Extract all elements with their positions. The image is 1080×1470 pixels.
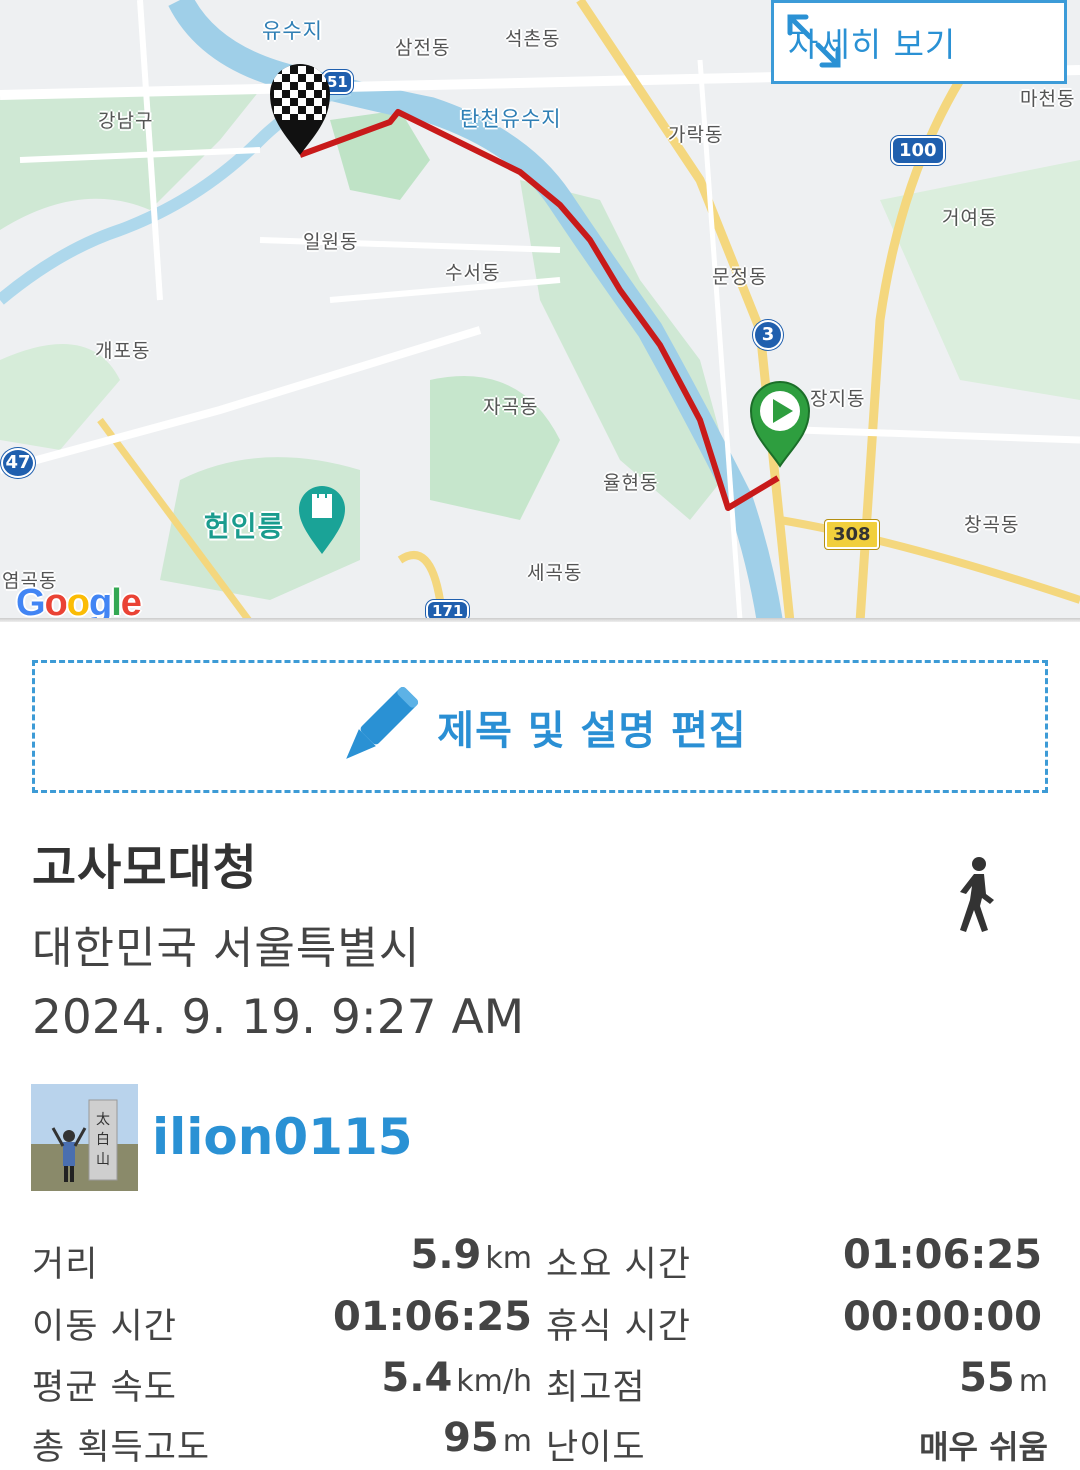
stat-value-max-altitude: 55 m [959,1355,1048,1401]
total-ascent-unit: m [502,1424,532,1459]
map-label: 개포동 [95,340,151,362]
map-canvas [0,0,1080,622]
map-label: 삼전동 [395,37,451,59]
map-label: 석촌동 [505,28,561,50]
max-altitude-number: 55 [959,1355,1015,1401]
record-title: 고사모대청 [32,840,258,896]
stat-label-distance: 거리 [32,1245,99,1285]
road-shield: 3 [753,320,783,350]
route-map[interactable]: 유수지 삼전동 석촌동 강남구 탄천유수지 가락동 마천동 일원동 수서동 거여… [0,0,1080,622]
record-datetime: 2024. 9. 19. 9:27 AM [32,990,525,1045]
max-altitude-unit: m [1018,1364,1048,1399]
edit-title-description-button[interactable]: 제목 및 설명 편집 [32,660,1048,793]
edit-title-description-label: 제목 및 설명 편집 [437,707,747,754]
road-shield: 100 [891,136,945,165]
google-logo: Google [16,582,142,622]
stat-value-distance: 5.9 km [411,1232,532,1278]
stat-label-total-ascent: 총 획득고도 [32,1428,211,1468]
stat-label-rest-time: 휴식 시간 [546,1307,691,1347]
duration-number: 01:06:25 [843,1232,1042,1278]
svg-text:太: 太 [96,1112,110,1128]
stat-value-total-ascent: 95 m [443,1415,532,1461]
map-label: 유수지 [262,19,323,43]
map-label: 가락동 [668,124,724,146]
map-label: 율현동 [603,472,659,494]
avg-speed-number: 5.4 [381,1355,453,1401]
map-label: 수서동 [445,262,501,284]
stat-value-moving-time: 01:06:25 [333,1294,532,1340]
distance-unit: km [485,1241,532,1276]
stat-label-moving-time: 이동 시간 [32,1307,177,1347]
svg-text:白: 白 [96,1132,110,1148]
detail-view-button[interactable]: 자세히 보기 [771,0,1067,84]
avg-speed-unit: km/h [456,1364,532,1399]
username-link[interactable]: ilion0115 [152,1108,413,1166]
map-label: 탄천유수지 [460,107,562,131]
stat-value-duration: 01:06:25 [843,1232,1042,1278]
pencil-icon [346,686,419,759]
start-marker-icon[interactable] [748,380,812,468]
map-label: 일원동 [303,231,359,253]
avatar-image: 太 白 山 [31,1084,138,1191]
map-label: 자곡동 [483,396,539,418]
map-label: 강남구 [98,110,154,132]
stat-value-avg-speed: 5.4 km/h [381,1355,532,1401]
expand-arrows-icon [787,14,841,68]
map-label: 장지동 [810,388,866,410]
finish-flag-icon[interactable] [266,58,334,158]
map-bottom-divider [0,618,1080,622]
map-label: 세곡동 [527,562,583,584]
svg-text:山: 山 [96,1152,110,1168]
map-label-poi: 헌인릉 [204,510,285,543]
map-label: 문정동 [712,266,768,288]
avatar[interactable]: 太 白 山 [31,1084,138,1191]
total-ascent-number: 95 [443,1415,499,1461]
road-shield: 47 [1,448,35,478]
stat-label-difficulty: 난이도 [546,1428,646,1468]
stat-label-avg-speed: 평균 속도 [32,1368,177,1408]
stat-label-max-altitude: 최고점 [546,1368,646,1408]
road-shield: 308 [825,520,879,549]
record-location: 대한민국 서울특별시 [32,923,421,974]
poi-castle-icon [299,486,345,554]
stat-value-rest-time: 00:00:00 [843,1294,1042,1340]
difficulty-value: 매우 쉬움 [919,1428,1048,1466]
distance-number: 5.9 [410,1232,482,1278]
map-label: 창곡동 [964,514,1020,536]
walking-icon [960,857,994,932]
map-label: 마천동 [1020,88,1076,110]
map-label: 거여동 [942,207,998,229]
stat-label-duration: 소요 시간 [546,1245,691,1285]
stat-value-difficulty: 매우 쉬움 [919,1422,1048,1468]
rest-time-number: 00:00:00 [843,1294,1042,1340]
moving-time-number: 01:06:25 [333,1294,532,1340]
